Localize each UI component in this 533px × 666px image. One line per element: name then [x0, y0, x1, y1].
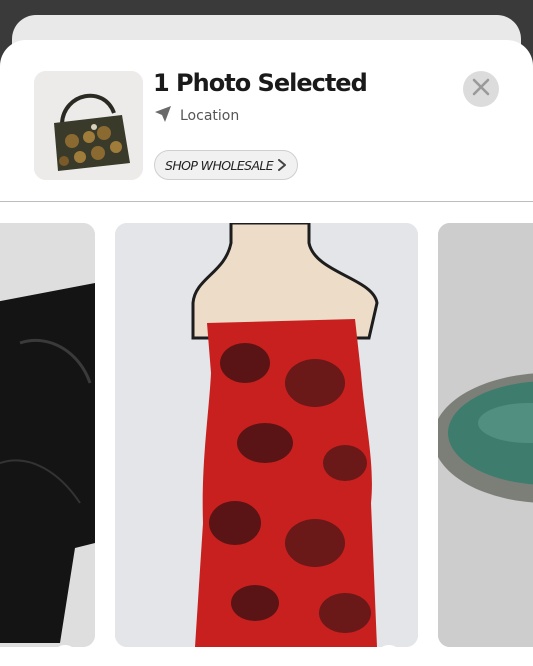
mirror-image	[438, 223, 533, 647]
page-title: 1 Photo Selected	[153, 69, 368, 97]
header-divider	[0, 201, 533, 202]
shop-wholesale-button[interactable]: SHOP WHOLESALE	[154, 150, 299, 180]
boot-image	[0, 223, 95, 647]
selected-photo-thumbnail[interactable]	[34, 71, 143, 180]
photo-card-dress[interactable]	[115, 223, 418, 647]
photo-selection-sheet: 1 Photo Selected Location SHOP WHOLESALE	[0, 40, 533, 666]
location-button[interactable]: Location	[154, 105, 239, 127]
photo-card-boot[interactable]	[0, 223, 95, 647]
chevron-right-icon	[277, 156, 287, 175]
shop-wholesale-label: SHOP WHOLESALE	[165, 157, 274, 173]
red-dress-image	[115, 223, 418, 647]
photo-card-mirror[interactable]	[438, 223, 533, 647]
location-label: Location	[180, 108, 240, 124]
close-icon	[471, 77, 491, 101]
handbag-image	[34, 71, 143, 180]
location-arrow-icon	[154, 105, 172, 127]
close-button[interactable]	[463, 71, 499, 107]
